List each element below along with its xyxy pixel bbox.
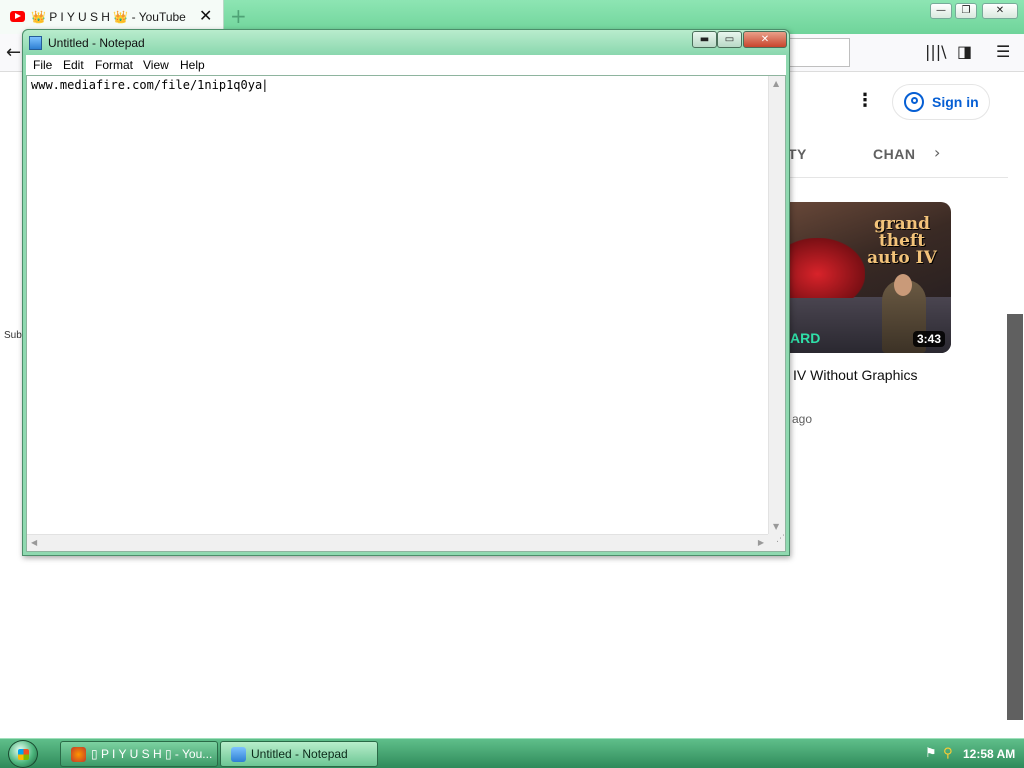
taskbar: ▯ P I Y U S H ▯ - You... Untitled - Note… <box>0 738 1024 768</box>
scroll-right-icon[interactable]: ▶ <box>758 538 764 547</box>
more-options-icon[interactable]: ⋮ <box>856 90 874 111</box>
menu-help[interactable]: Help <box>180 58 205 72</box>
search-icon[interactable]: ⚲ <box>943 746 953 761</box>
notepad-window: Untitled - Notepad ▬ ▭ ✕ File Edit Forma… <box>22 29 790 556</box>
notepad-minimize-button[interactable]: ▬ <box>692 31 717 48</box>
network-icon[interactable]: ⚑ <box>925 746 937 761</box>
menu-edit[interactable]: Edit <box>63 58 84 72</box>
video-thumbnail[interactable]: grand theft auto IV ARD 3:43 <box>770 202 951 353</box>
back-arrow-icon[interactable]: ← <box>6 42 21 63</box>
sign-in-button[interactable]: Sign in <box>892 84 990 120</box>
hamburger-menu-icon[interactable]: ☰ <box>996 42 1010 62</box>
notepad-close-button[interactable]: ✕ <box>743 31 787 48</box>
vertical-scrollbar[interactable]: ▲ ▼ <box>768 76 785 534</box>
notepad-title: Untitled - Notepad <box>48 36 145 50</box>
tab-title: 👑 P I Y U S H 👑 - YouTube <box>31 10 186 24</box>
notepad-taskbar-icon <box>231 747 246 762</box>
new-tab-button[interactable]: + <box>230 4 247 28</box>
library-icon[interactable]: |||\ <box>925 42 947 62</box>
url-bar[interactable] <box>780 38 850 67</box>
notepad-menu-bar: File Edit Format View Help <box>26 55 786 75</box>
youtube-favicon-icon <box>10 11 25 22</box>
menu-view[interactable]: View <box>143 58 169 72</box>
taskbar-item-youtube[interactable]: ▯ P I Y U S H ▯ - You... <box>60 741 218 767</box>
taskbar-item-notepad[interactable]: Untitled - Notepad <box>220 741 378 767</box>
gta-logo: grand theft auto IV <box>867 214 937 268</box>
video-meta: ago <box>792 412 813 426</box>
taskbar-item-label: Untitled - Notepad <box>251 747 348 761</box>
system-clock[interactable]: 12:58 AM <box>963 747 1015 761</box>
notepad-content[interactable]: www.mediafire.com/file/1nip1q0ya <box>31 78 268 92</box>
browser-restore-button[interactable]: ❐ <box>955 3 977 19</box>
notepad-maximize-button[interactable]: ▭ <box>717 31 742 48</box>
notepad-text-area[interactable]: www.mediafire.com/file/1nip1q0ya ▲ ▼ ◀ ▶… <box>26 75 786 552</box>
taskbar-item-label: ▯ P I Y U S H ▯ - You... <box>91 747 213 761</box>
page-scrollbar-thumb[interactable] <box>1007 314 1023 720</box>
account-circle-icon <box>904 92 924 112</box>
resize-grip-icon[interactable]: ⋰ <box>768 534 785 551</box>
scroll-up-icon[interactable]: ▲ <box>773 79 779 88</box>
firefox-icon <box>71 747 86 762</box>
notepad-title-bar[interactable]: Untitled - Notepad ▬ ▭ ✕ <box>23 30 789 55</box>
tab-close-icon[interactable]: ✕ <box>199 6 212 26</box>
browser-close-button[interactable]: ✕ <box>982 3 1018 19</box>
sign-in-label: Sign in <box>932 94 979 110</box>
channel-tab-channels[interactable]: CHAN <box>873 146 915 162</box>
notepad-icon <box>29 36 42 50</box>
thumbnail-text: ARD <box>790 330 821 346</box>
sidebar-icon[interactable]: ◨ <box>957 42 972 62</box>
menu-file[interactable]: File <box>33 58 52 72</box>
video-duration-badge: 3:43 <box>912 331 945 347</box>
menu-format[interactable]: Format <box>95 58 133 72</box>
chevron-right-icon[interactable]: › <box>934 143 940 162</box>
browser-minimize-button[interactable]: — <box>930 3 952 19</box>
scroll-down-icon[interactable]: ▼ <box>773 522 779 531</box>
tabs-divider <box>780 177 1008 178</box>
sidebar-subscriptions-label[interactable]: Sub <box>4 330 22 341</box>
start-button[interactable] <box>8 740 38 768</box>
horizontal-scrollbar[interactable]: ◀ ▶ <box>27 534 768 551</box>
video-title[interactable]: IV Without Graphics <box>793 367 918 383</box>
channel-tab-community[interactable]: TY <box>788 146 807 162</box>
scroll-left-icon[interactable]: ◀ <box>31 538 37 547</box>
